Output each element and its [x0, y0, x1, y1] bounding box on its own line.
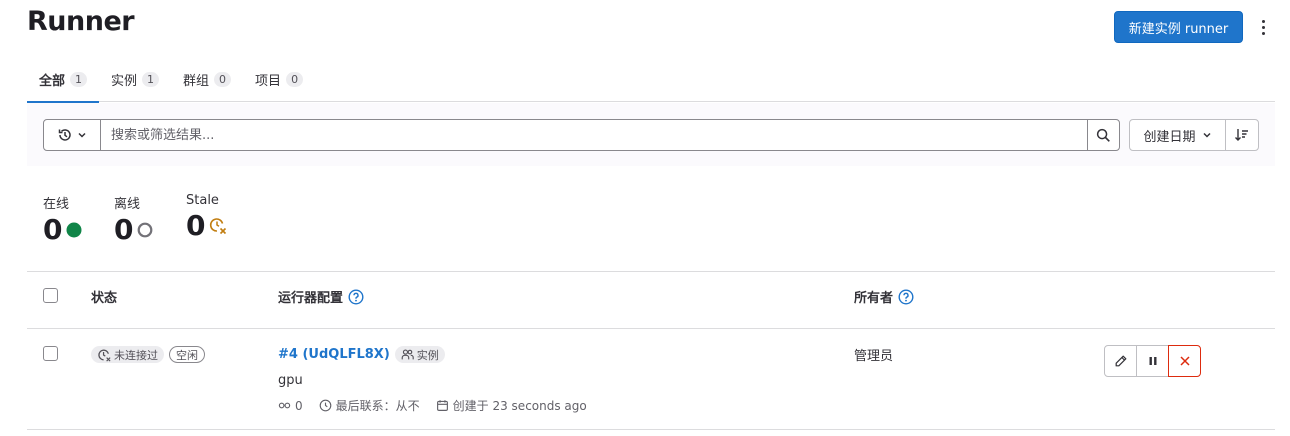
tab-all[interactable]: 全部 1	[27, 56, 100, 103]
select-all-checkbox[interactable]	[43, 288, 58, 303]
tab-label: 全部	[39, 73, 66, 89]
idle-badge: 空闲	[169, 346, 205, 363]
runner-type-badge: 实例	[394, 346, 445, 363]
clock-icon	[319, 399, 331, 412]
divider	[27, 429, 1275, 430]
tab-group[interactable]: 群组 0	[171, 56, 243, 102]
chevron-down-icon	[78, 132, 86, 138]
edit-button[interactable]	[1104, 345, 1137, 377]
runner-link[interactable]: #4 (UdQLFL8X)	[278, 347, 390, 362]
stale-clock-icon	[210, 218, 227, 235]
filter-bar: 创建日期	[27, 103, 1275, 166]
column-header-config: 运行器配置	[278, 287, 364, 306]
sort-direction-button[interactable]	[1225, 119, 1259, 151]
pencil-icon	[1115, 355, 1126, 367]
divider	[27, 271, 1275, 272]
more-actions-icon[interactable]	[1254, 13, 1272, 41]
new-instance-runner-button[interactable]: 新建实例 runner	[1114, 11, 1243, 43]
tab-count: 0	[286, 71, 304, 87]
search-input[interactable]	[101, 120, 1087, 150]
tab-label: 项目	[255, 73, 282, 89]
search-icon	[1096, 128, 1110, 142]
runner-owner: 管理员	[854, 349, 894, 364]
stat-offline: 离线 0	[114, 193, 153, 247]
stat-value: 0	[43, 213, 63, 246]
sort-field-dropdown[interactable]: 创建日期	[1129, 119, 1226, 151]
question-icon[interactable]	[348, 288, 364, 305]
stat-label: 在线	[43, 197, 70, 212]
close-icon	[1179, 356, 1190, 366]
column-header-status: 状态	[91, 291, 118, 306]
tab-label: 群组	[183, 73, 210, 89]
header-label: 运行器配置	[278, 291, 344, 306]
tab-count: 1	[70, 71, 88, 87]
jobs-count: 0	[295, 398, 303, 413]
stat-value: 0	[186, 209, 206, 242]
stat-label: Stale	[186, 193, 219, 208]
sort-lowest-icon	[1235, 129, 1248, 141]
sort-label: 创建日期	[1143, 129, 1196, 145]
tab-project[interactable]: 项目 0	[243, 56, 315, 102]
tab-instance[interactable]: 实例 1	[99, 56, 171, 102]
calendar-icon	[436, 400, 448, 411]
runner-meta: 0 最后联系：从不 创建于 23 seconds ago	[278, 397, 587, 414]
header-label: 所有者	[854, 291, 894, 306]
runner-tabs: 全部 1 实例 1 群组 0 项目 0	[27, 56, 1275, 103]
tab-label: 实例	[111, 73, 138, 89]
divider	[27, 328, 1275, 329]
chevron-down-icon	[1202, 132, 1211, 138]
stat-stale: Stale 0	[186, 193, 227, 243]
runner-type-label: 实例	[416, 348, 439, 362]
tab-count: 0	[214, 71, 232, 87]
status-badge-label: 未连接过	[114, 348, 158, 362]
column-header-owner: 所有者	[854, 287, 914, 306]
pause-button[interactable]	[1136, 345, 1169, 377]
online-dot-icon	[66, 222, 82, 238]
pipeline-icon	[278, 402, 291, 409]
tab-count: 1	[142, 71, 160, 87]
runner-description: gpu	[278, 373, 303, 388]
offline-ring-icon	[138, 222, 153, 238]
stat-value: 0	[114, 213, 134, 246]
created-time: 创建于 23 seconds ago	[452, 399, 587, 413]
question-icon[interactable]	[898, 288, 914, 305]
last-contact: 最后联系：从不	[335, 399, 420, 413]
history-icon	[58, 129, 71, 141]
page-title: Runner	[27, 6, 135, 37]
status-badge: 未连接过	[91, 346, 164, 363]
stat-online: 在线 0	[43, 193, 82, 247]
delete-button[interactable]	[1168, 345, 1201, 377]
stat-label: 离线	[114, 197, 141, 212]
search-box	[43, 119, 1120, 151]
never-contacted-icon	[98, 349, 111, 362]
row-checkbox[interactable]	[43, 346, 58, 361]
users-icon	[401, 349, 414, 360]
row-actions	[1104, 345, 1201, 377]
pause-icon	[1149, 357, 1156, 365]
search-button[interactable]	[1087, 120, 1119, 150]
search-history-button[interactable]	[44, 120, 101, 150]
